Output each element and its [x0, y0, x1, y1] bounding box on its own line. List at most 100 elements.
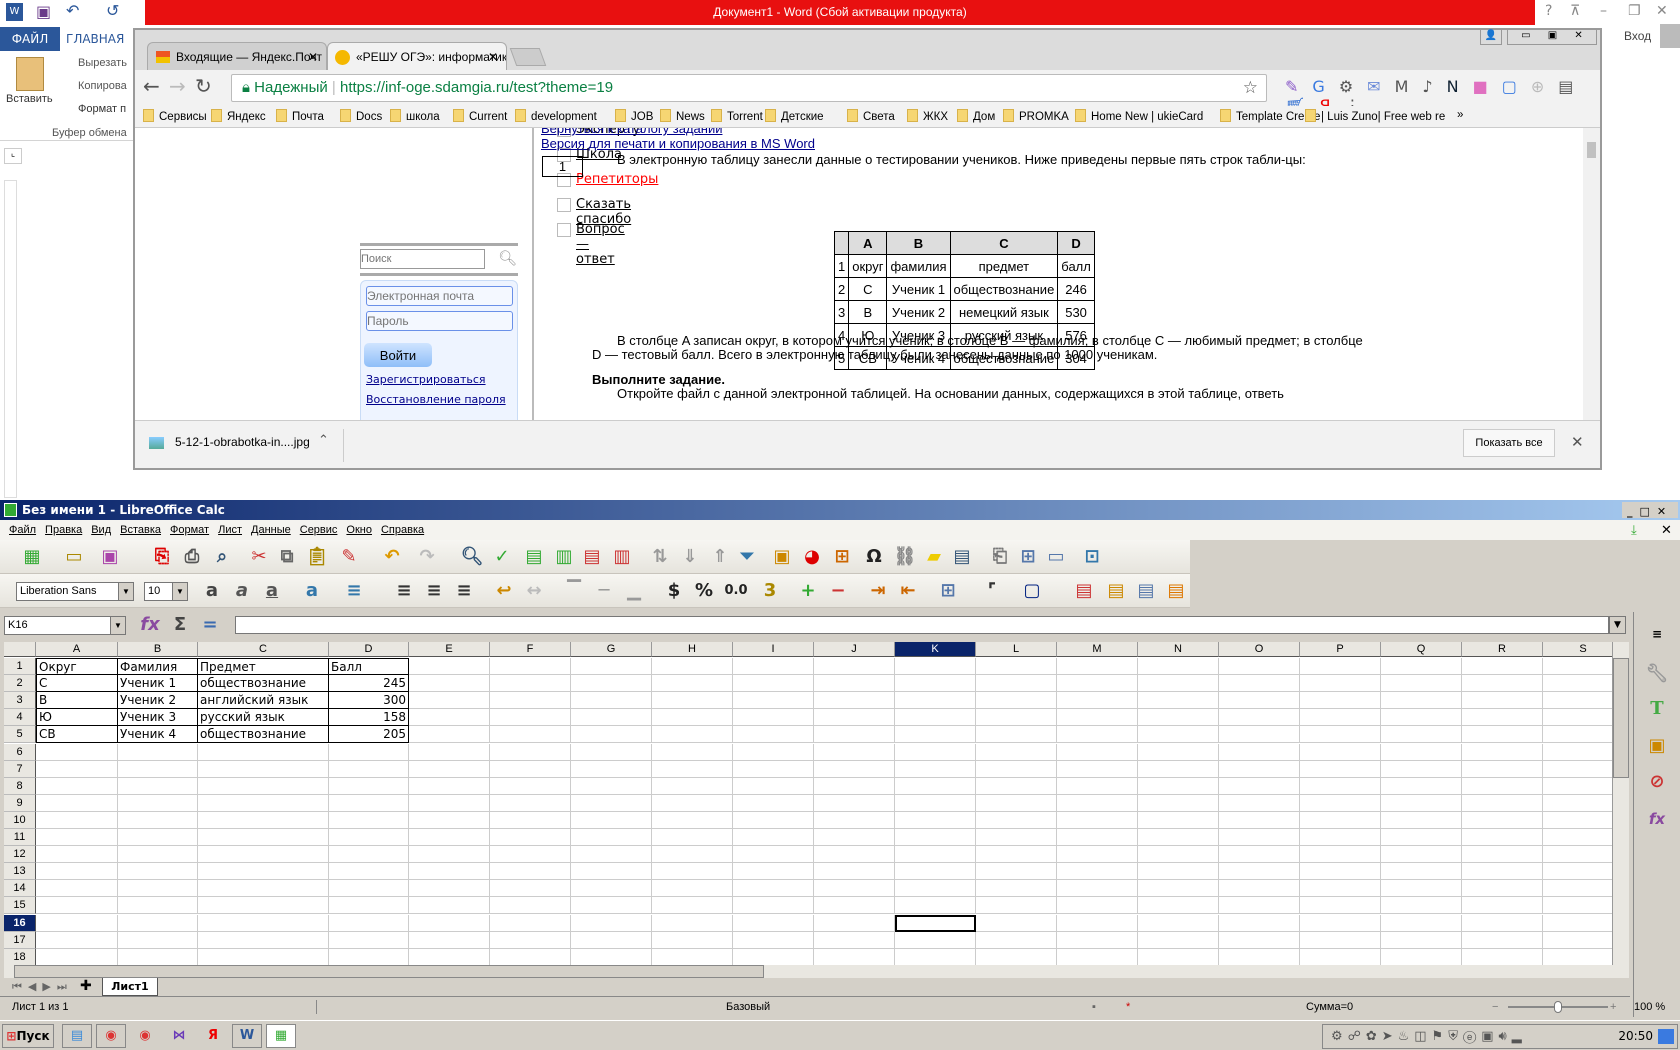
- cell-K8[interactable]: [895, 777, 976, 795]
- column-header-B[interactable]: B: [118, 642, 198, 657]
- cell-E5[interactable]: [409, 726, 490, 744]
- cell-Q8[interactable]: [1381, 777, 1462, 795]
- bookmark-item[interactable]: Current: [453, 109, 507, 123]
- new-tab-button[interactable]: [509, 48, 547, 66]
- align-middle-icon[interactable]: ─: [592, 579, 616, 603]
- cell-H7[interactable]: [652, 760, 733, 778]
- row-header-12[interactable]: 12: [4, 846, 36, 864]
- cell-G6[interactable]: [571, 743, 652, 761]
- cell-I7[interactable]: [733, 760, 814, 778]
- taskbar-calc-icon[interactable]: ▦: [266, 1024, 296, 1048]
- search-icon[interactable]: 🔍︎: [498, 249, 517, 267]
- cell-R10[interactable]: [1462, 811, 1543, 829]
- menu-0[interactable]: Файл: [9, 524, 36, 536]
- save-icon[interactable]: ▣: [36, 2, 51, 21]
- cell-P2[interactable]: [1300, 675, 1381, 693]
- cell-C17[interactable]: [198, 931, 329, 949]
- forward-icon[interactable]: →: [169, 74, 186, 98]
- active-cell[interactable]: [895, 914, 976, 932]
- percent-icon[interactable]: %: [692, 579, 716, 603]
- cell-L12[interactable]: [976, 846, 1057, 864]
- taskbar-yandex-icon[interactable]: Я: [198, 1024, 228, 1048]
- cell-O17[interactable]: [1219, 931, 1300, 949]
- cell-N4[interactable]: [1138, 709, 1219, 727]
- show-desktop-icon[interactable]: [1658, 1029, 1674, 1044]
- cell-S10[interactable]: [1543, 812, 1612, 829]
- restore-icon[interactable]: ❐: [1628, 3, 1641, 19]
- sort-ascending-icon[interactable]: ⇑: [708, 545, 732, 569]
- sidebar-link[interactable]: Репетиторы: [557, 172, 658, 187]
- cell-H6[interactable]: [652, 743, 733, 761]
- cell-H10[interactable]: [652, 811, 733, 829]
- cell-P1[interactable]: [1300, 658, 1381, 676]
- help-icon[interactable]: ?: [1545, 3, 1552, 19]
- cell-B18[interactable]: [118, 948, 198, 965]
- styles-icon[interactable]: T: [1645, 697, 1669, 721]
- properties-icon[interactable]: 🔧︎: [1645, 662, 1669, 686]
- cell-M11[interactable]: [1057, 829, 1138, 847]
- cell-M5[interactable]: [1057, 726, 1138, 744]
- cell-Q1[interactable]: [1381, 658, 1462, 676]
- cell-F14[interactable]: [490, 880, 571, 898]
- cell-H2[interactable]: [652, 675, 733, 693]
- cell-B3[interactable]: Ученик 2: [118, 692, 198, 710]
- bookmark-item[interactable]: Torrent: [711, 109, 763, 123]
- cell-P10[interactable]: [1300, 811, 1381, 829]
- cell-E17[interactable]: [409, 931, 490, 949]
- name-box[interactable]: K16 ▼: [4, 616, 126, 635]
- cell-G2[interactable]: [571, 675, 652, 693]
- page-scrollbar[interactable]: [1583, 128, 1600, 420]
- cell-N16[interactable]: [1138, 914, 1219, 932]
- browser-tab-mail[interactable]: Входящие — Яндекс.Почт ✕: [147, 42, 327, 72]
- sheet-tab-1[interactable]: Лист1: [102, 978, 158, 996]
- cell-R15[interactable]: [1462, 897, 1543, 915]
- column-header-H[interactable]: H: [652, 642, 733, 657]
- cell-R11[interactable]: [1462, 829, 1543, 847]
- cell-K14[interactable]: [895, 880, 976, 898]
- number-format-icon[interactable]: 0.0: [724, 579, 748, 603]
- cell-Q3[interactable]: [1381, 692, 1462, 710]
- cell-B12[interactable]: [118, 846, 198, 864]
- cell-O10[interactable]: [1219, 811, 1300, 829]
- cell-G16[interactable]: [571, 914, 652, 932]
- tray-icons[interactable]: ⚙☍✿➤♨◫⚑⛨ⓔ▣🔊︎▂: [1331, 1029, 1527, 1044]
- add-decimal-icon[interactable]: +: [796, 579, 820, 603]
- cell-S16[interactable]: [1543, 915, 1612, 932]
- cell-Q13[interactable]: [1381, 863, 1462, 881]
- cell-M17[interactable]: [1057, 931, 1138, 949]
- cell-R2[interactable]: [1462, 675, 1543, 693]
- cell-K6[interactable]: [895, 743, 976, 761]
- bold-icon[interactable]: a: [200, 579, 224, 603]
- cell-I13[interactable]: [733, 863, 814, 881]
- column-header-E[interactable]: E: [409, 642, 490, 657]
- cell-J7[interactable]: [814, 760, 895, 778]
- cell-A9[interactable]: [36, 794, 118, 812]
- show-all-downloads-button[interactable]: Показать все: [1463, 429, 1555, 457]
- row-header-18[interactable]: 18: [4, 948, 36, 965]
- cell-F4[interactable]: [490, 709, 571, 727]
- cell-L14[interactable]: [976, 880, 1057, 898]
- delete-column-icon[interactable]: ▥: [610, 545, 634, 569]
- clone-formatting-icon[interactable]: ✎: [337, 545, 361, 569]
- cell-D14[interactable]: [329, 880, 409, 898]
- print-range-icon[interactable]: ⎗: [988, 545, 1012, 569]
- register-link[interactable]: Зарегистрироваться: [366, 373, 486, 386]
- site-search-input[interactable]: [360, 249, 485, 269]
- cell-Q18[interactable]: [1381, 948, 1462, 965]
- cell-B17[interactable]: [118, 931, 198, 949]
- row-header-5[interactable]: 5: [4, 726, 36, 744]
- cell-M16[interactable]: [1057, 914, 1138, 932]
- cell-P15[interactable]: [1300, 897, 1381, 915]
- row-header-17[interactable]: 17: [4, 931, 36, 949]
- start-button[interactable]: ⊞Пуск: [2, 1024, 54, 1048]
- cell-B1[interactable]: Фамилия: [118, 658, 198, 676]
- borders-icon[interactable]: ⊞: [936, 579, 960, 603]
- add-sheet-icon[interactable]: ✚: [80, 978, 92, 994]
- cell-E7[interactable]: [409, 760, 490, 778]
- new-icon[interactable]: ▦: [20, 545, 44, 569]
- cell-N17[interactable]: [1138, 931, 1219, 949]
- color-icon[interactable]: ■: [1473, 77, 1502, 96]
- cell-G9[interactable]: [571, 794, 652, 812]
- cell-H9[interactable]: [652, 794, 733, 812]
- hyperlink-icon[interactable]: ⛓: [893, 545, 917, 569]
